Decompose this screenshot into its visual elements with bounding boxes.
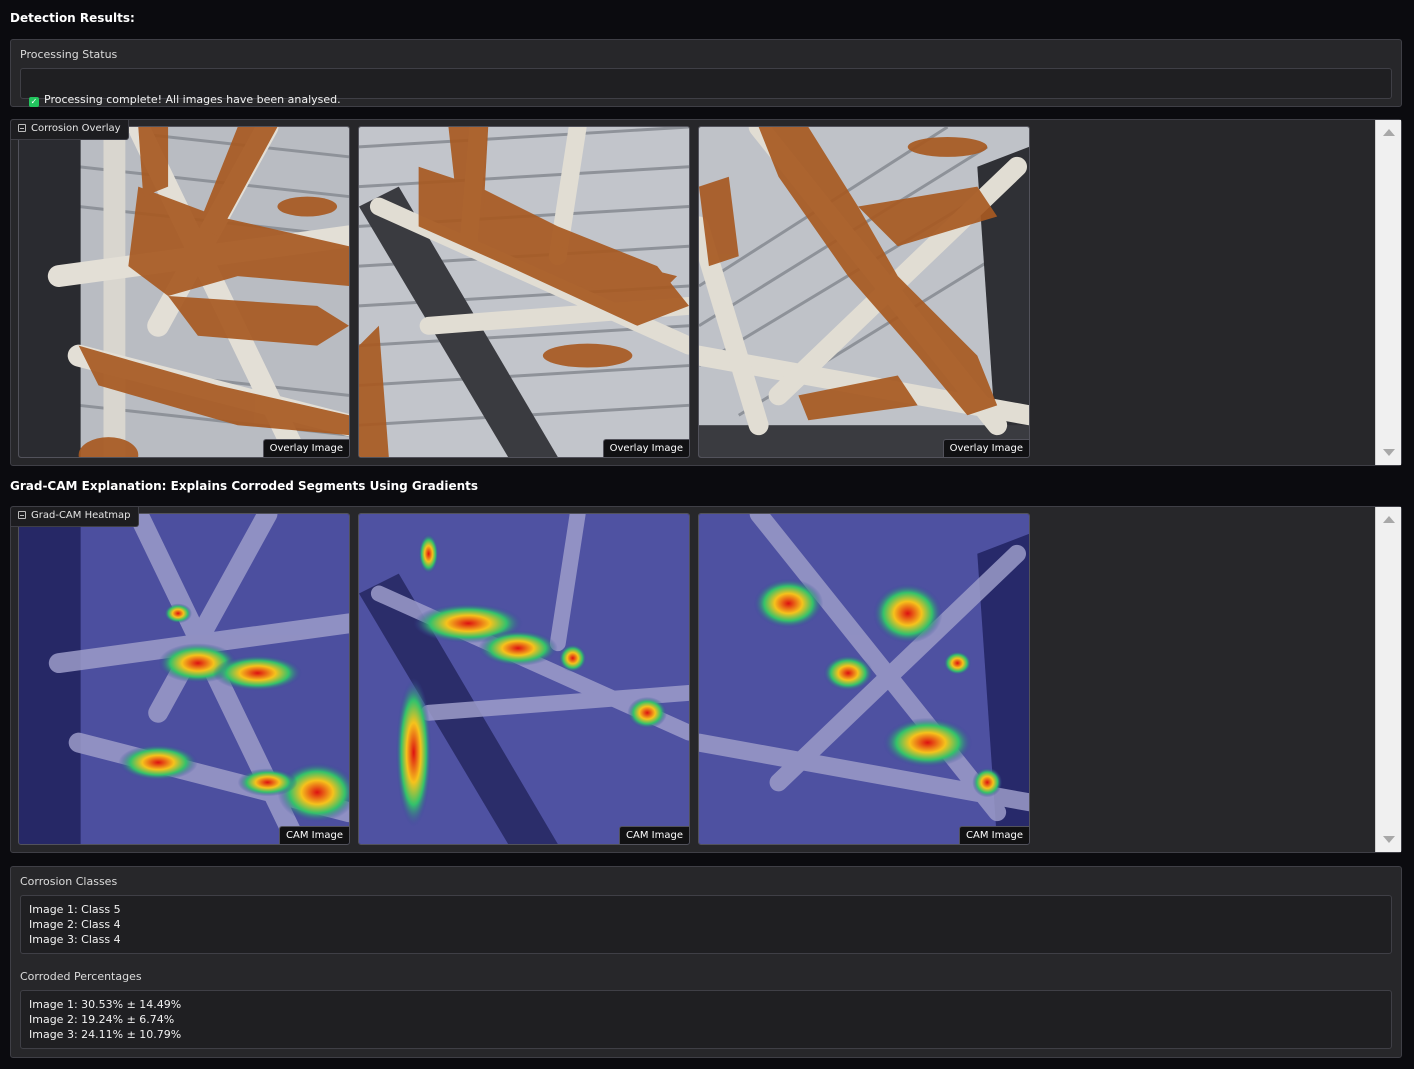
- corroded-percentages-textbox[interactable]: Image 1: 30.53% ± 14.49% Image 2: 19.24%…: [20, 990, 1392, 1049]
- gradcam-gallery: Grad-CAM Heatmap CAM Image CAM Image CAM…: [10, 506, 1402, 853]
- gradcam-gallery-tag: Grad-CAM Heatmap: [11, 507, 139, 527]
- cam-caption-2: CAM Image: [619, 826, 689, 844]
- image-icon: [18, 124, 26, 132]
- gradcam-section-title: Grad-CAM Explanation: Explains Corroded …: [10, 479, 479, 493]
- overlay-gallery: Corrosion Overlay Overlay Image Overlay …: [10, 119, 1402, 466]
- overlay-gallery-tag: Corrosion Overlay: [11, 120, 129, 140]
- overlay-gallery-label: Corrosion Overlay: [31, 123, 121, 134]
- overlay-thumbnail-3[interactable]: Overlay Image: [698, 126, 1030, 458]
- overlay-thumbnail-1[interactable]: Overlay Image: [18, 126, 350, 458]
- processing-status-panel: Processing Status ✓ Processing complete! …: [10, 39, 1402, 107]
- corroded-percentages-label: Corroded Percentages: [20, 970, 142, 983]
- gradcam-gallery-label: Grad-CAM Heatmap: [31, 510, 131, 521]
- overlay-gallery-scrollbar[interactable]: [1375, 120, 1401, 465]
- image-icon: [18, 511, 26, 519]
- scroll-down-arrow-icon[interactable]: [1383, 449, 1395, 456]
- overlay-caption-2: Overlay Image: [602, 439, 689, 457]
- corrosion-classes-textbox[interactable]: Image 1: Class 5 Image 2: Class 4 Image …: [20, 895, 1392, 954]
- overlay-caption-1: Overlay Image: [262, 439, 349, 457]
- page-title: Detection Results:: [10, 11, 135, 25]
- cam-thumbnail-3[interactable]: CAM Image: [698, 513, 1030, 845]
- scroll-up-arrow-icon[interactable]: [1383, 516, 1395, 523]
- cam-thumbnail-1[interactable]: CAM Image: [18, 513, 350, 845]
- corrosion-classes-label: Corrosion Classes: [20, 875, 118, 888]
- overlay-thumbnail-2[interactable]: Overlay Image: [358, 126, 690, 458]
- cam-caption-3: CAM Image: [959, 826, 1029, 844]
- check-icon: ✓: [29, 97, 39, 107]
- cam-caption-1: CAM Image: [279, 826, 349, 844]
- processing-status-message: Processing complete! All images have bee…: [44, 93, 341, 106]
- scroll-down-arrow-icon[interactable]: [1383, 836, 1395, 843]
- scroll-up-arrow-icon[interactable]: [1383, 129, 1395, 136]
- processing-status-label: Processing Status: [20, 48, 118, 61]
- processing-status-textbox[interactable]: ✓ Processing complete! All images have be…: [20, 68, 1392, 107]
- overlay-caption-3: Overlay Image: [942, 439, 1029, 457]
- gradcam-gallery-scrollbar[interactable]: [1375, 507, 1401, 852]
- results-panel: Corrosion Classes Image 1: Class 5 Image…: [10, 866, 1402, 1058]
- cam-thumbnail-2[interactable]: CAM Image: [358, 513, 690, 845]
